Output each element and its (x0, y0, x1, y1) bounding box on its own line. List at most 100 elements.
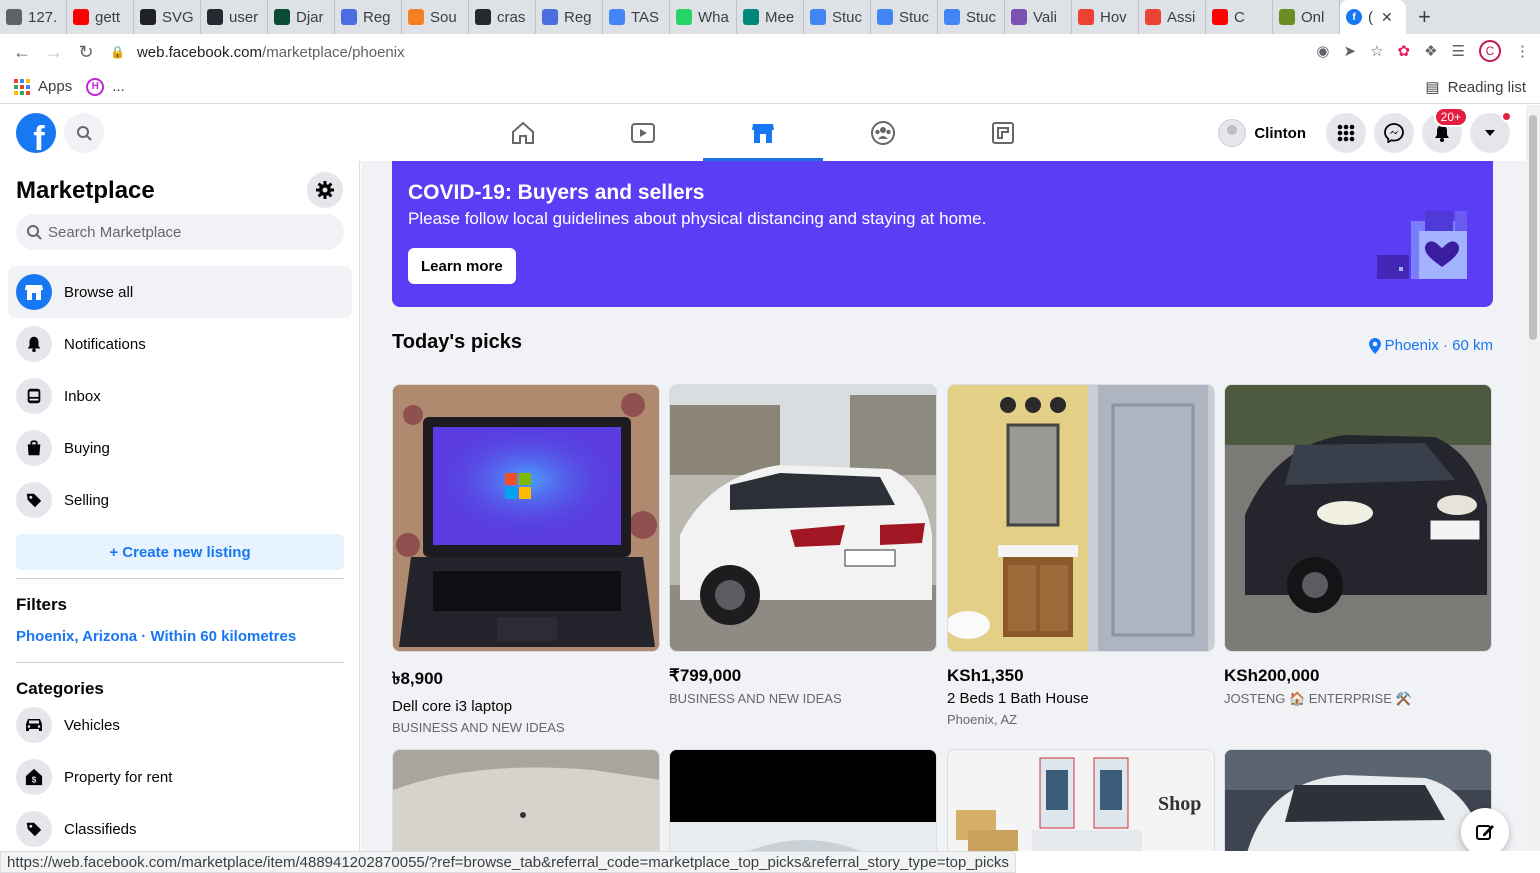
browser-tab[interactable]: cras (469, 0, 536, 34)
create-new-listing-button[interactable]: + Create new listing (16, 534, 344, 570)
search-marketplace-input[interactable]: Search Marketplace (16, 214, 344, 250)
browser-tab[interactable]: Hov (1072, 0, 1139, 34)
media-icon[interactable]: ☰ (1452, 42, 1465, 60)
sidebar-item-buying[interactable]: Buying (8, 422, 352, 474)
blocked-icon[interactable]: ◉ (1316, 42, 1329, 60)
nav-home[interactable] (463, 105, 583, 161)
tab-favicon-icon (475, 9, 491, 25)
browser-tab[interactable]: Vali (1005, 0, 1072, 34)
sidebar-item-inbox[interactable]: Inbox (8, 370, 352, 422)
listing-photo[interactable] (392, 749, 660, 851)
heart-box-illustration (1377, 211, 1467, 279)
color-wheel-icon[interactable]: ✿ (1398, 42, 1411, 60)
location-pin-icon (1368, 337, 1381, 354)
more-label: ... (112, 78, 125, 95)
browser-tab-active[interactable]: f (✕ (1340, 0, 1406, 34)
extensions-icon[interactable]: ❖ (1424, 42, 1437, 60)
browser-tab[interactable]: Assi (1139, 0, 1206, 34)
search-button[interactable] (64, 113, 104, 153)
listing-title: 2 Beds 1 Bath House (947, 690, 1089, 707)
listing-photo[interactable]: Shop (947, 749, 1215, 851)
location-filter-link[interactable]: Phoenix, Arizona · Within 60 kilometres (16, 628, 296, 645)
page-scrollbar[interactable] (1526, 105, 1540, 851)
listing-photo[interactable] (669, 749, 937, 851)
tab-favicon-icon (810, 9, 826, 25)
listing-card[interactable]: ₹799,000 BUSINESS AND NEW IDEAS (669, 384, 937, 706)
browser-tab[interactable]: Stuc (938, 0, 1005, 34)
category-property-for-rent[interactable]: $ Property for rent (8, 751, 352, 803)
grid-menu-icon (1337, 124, 1355, 142)
star-icon[interactable]: ☆ (1370, 42, 1383, 60)
sidebar-item-selling[interactable]: Selling (8, 474, 352, 526)
nav-gaming[interactable] (943, 105, 1063, 161)
listing-price: KSh1,350 (947, 666, 1024, 685)
listing-card[interactable]: KSh200,000 JOSTENG 🏠 ENTERPRISE ⚒️ (1224, 384, 1492, 707)
browser-tab[interactable]: C (1206, 0, 1273, 34)
listing-card[interactable]: ৳8,900 Dell core i3 laptop BUSINESS AND … (392, 384, 660, 735)
tab-label: Reg (564, 8, 592, 26)
search-icon (27, 225, 42, 240)
browser-tab[interactable]: 127. (0, 0, 67, 34)
send-icon[interactable]: ➤ (1343, 42, 1356, 60)
learn-more-button[interactable]: Learn more (408, 248, 516, 284)
apps-bookmark[interactable]: Apps (14, 78, 72, 95)
tab-label: Mee (765, 8, 795, 26)
browser-tab[interactable]: user (201, 0, 268, 34)
browser-tab[interactable]: Onl (1273, 0, 1340, 34)
tab-label: Onl (1301, 8, 1325, 26)
tab-favicon-icon (1078, 9, 1094, 25)
listing-price: KSh200,000 (1224, 666, 1320, 685)
menu-button[interactable] (1326, 113, 1366, 153)
browser-tab[interactable]: TAS (603, 0, 670, 34)
account-button[interactable] (1470, 111, 1512, 153)
reading-list-button[interactable]: ▤ Reading list (1425, 78, 1526, 97)
divider (16, 662, 344, 663)
category-vehicles[interactable]: Vehicles (8, 699, 352, 751)
category-classifieds[interactable]: Classifieds (8, 803, 352, 851)
listing-photo (669, 384, 937, 652)
browser-tab[interactable]: Wha (670, 0, 737, 34)
browser-tab[interactable]: SVG (134, 0, 201, 34)
listing-card[interactable]: KSh1,350 2 Beds 1 Bath House Phoenix, AZ (947, 384, 1215, 727)
profile-avatar[interactable]: C (1479, 40, 1501, 62)
messenger-button[interactable] (1374, 113, 1414, 153)
video-icon (631, 123, 655, 143)
groups-icon (871, 121, 895, 145)
browser-tab[interactable]: Djar (268, 0, 335, 34)
listing-photo[interactable] (1224, 749, 1492, 851)
settings-button[interactable] (307, 172, 343, 208)
browser-tab[interactable]: Reg (536, 0, 603, 34)
browser-tab[interactable]: gett (67, 0, 134, 34)
address-bar[interactable]: 🔒 web.facebook.com/marketplace/phoenix (110, 37, 1290, 67)
browser-tab[interactable]: Mee (737, 0, 804, 34)
browser-tab[interactable]: Stuc (871, 0, 938, 34)
new-message-button[interactable] (1461, 808, 1509, 851)
marketplace-feed: COVID-19: Buyers and sellers Please foll… (361, 161, 1526, 851)
browser-toolbar: ← → ↻ 🔒 web.facebook.com/marketplace/pho… (0, 34, 1540, 70)
category-label: Classifieds (64, 820, 137, 838)
location-selector[interactable]: Phoenix · 60 km (1368, 337, 1493, 354)
forward-button[interactable]: → (38, 42, 70, 63)
menu-icon[interactable]: ⋮ (1515, 42, 1530, 60)
sidebar-item-browse-all[interactable]: Browse all (8, 266, 352, 318)
back-button[interactable]: ← (6, 42, 38, 63)
sidebar-item-notifications[interactable]: Notifications (8, 318, 352, 370)
listing-photo (947, 384, 1215, 652)
nav-marketplace[interactable] (703, 105, 823, 161)
nav-groups[interactable] (823, 105, 943, 161)
nav-watch[interactable] (583, 105, 703, 161)
category-label: Property for rent (64, 768, 173, 786)
user-profile-chip[interactable]: Clinton (1214, 113, 1318, 153)
browser-tab[interactable]: Sou (402, 0, 469, 34)
scrollbar-thumb[interactable] (1529, 115, 1537, 340)
browser-tab[interactable]: Stuc (804, 0, 871, 34)
tab-close-button[interactable]: ✕ (1381, 9, 1393, 26)
notifications-button[interactable]: 20+ (1422, 107, 1468, 153)
reload-button[interactable]: ↻ (70, 42, 102, 63)
bell-icon (16, 326, 52, 362)
browser-tab[interactable]: Reg (335, 0, 402, 34)
facebook-logo[interactable]: f (16, 113, 56, 153)
caret-down-icon (1485, 130, 1495, 136)
new-tab-button[interactable]: + (1406, 4, 1443, 30)
h-bookmark[interactable]: H ... (86, 77, 125, 96)
